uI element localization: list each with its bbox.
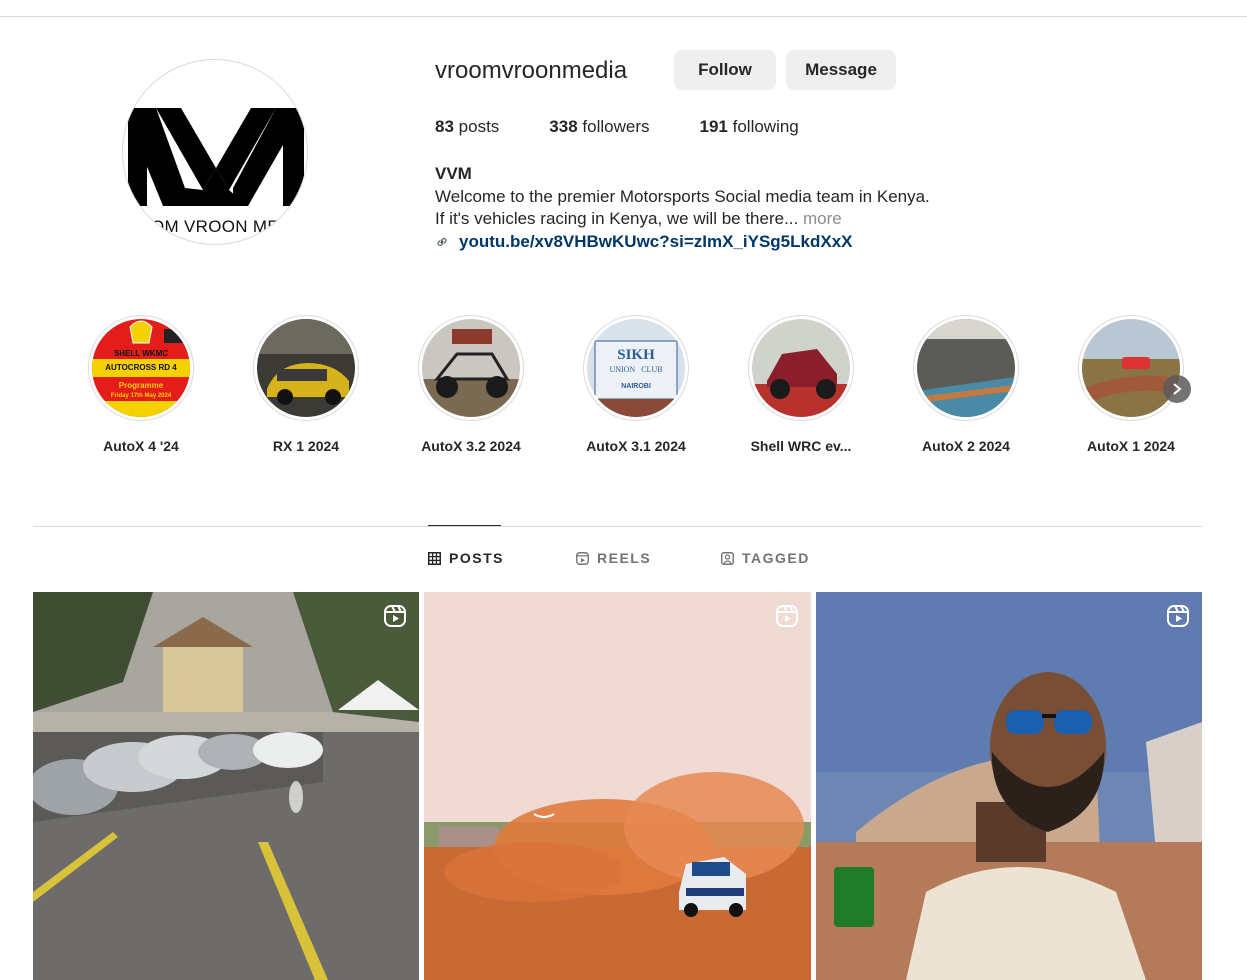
highlight-rx1-2024[interactable]: RX 1 2024 (231, 315, 381, 454)
parking-lot-image (33, 592, 419, 980)
cover-text-1: SIKH (617, 347, 655, 363)
active-tab-indicator (428, 525, 501, 526)
cover-text-2: UNION CLUB (587, 365, 685, 374)
highlight-cover (917, 319, 1015, 417)
cover-text-4: Friday 17th May 2024 (110, 393, 172, 399)
highlight-ring (913, 315, 1019, 421)
profile-avatar[interactable]: OM VROON ME (122, 59, 308, 245)
highlight-shell-wrc[interactable]: Shell WRC ev... (726, 315, 876, 454)
red-buggy-cover-image (752, 319, 850, 417)
bio-line-2-text: If it's vehicles racing in Kenya, we wil… (435, 209, 799, 228)
cover-text-union: UNION (609, 365, 636, 374)
grid-icon (428, 551, 441, 565)
cover-text-1: SHELL WKMC (113, 349, 169, 358)
highlight-ring (748, 315, 854, 421)
highlight-cover (752, 319, 850, 417)
avatar-logo-text: OM VROON ME (151, 217, 279, 236)
highlight-label: AutoX 4 '24 (103, 438, 179, 454)
bio-line-1: Welcome to the premier Motorsports Socia… (435, 187, 930, 206)
highlight-label: Shell WRC ev... (750, 438, 852, 454)
highlight-cover (257, 319, 355, 417)
tab-tagged-label: TAGGED (742, 550, 810, 566)
post-thumbnail-3[interactable] (816, 592, 1202, 980)
tagged-icon (721, 551, 734, 565)
highlight-autox2-2024[interactable]: AutoX 2 2024 (891, 315, 1041, 454)
highlight-label: AutoX 1 2024 (1087, 438, 1175, 454)
tab-reels-label: REELS (597, 550, 652, 566)
rally-dust-image (424, 592, 811, 980)
link-icon (437, 237, 447, 247)
followers-label: followers (582, 117, 650, 136)
highlight-cover (422, 319, 520, 417)
yellow-car-cover-image (257, 319, 355, 417)
driver-portrait-image (816, 592, 1202, 980)
highlight-cover: SHELL WKMC AUTOCROSS RD 4 Programme Frid… (92, 319, 190, 417)
cover-text-2: AUTOCROSS RD 4 (105, 363, 177, 372)
tab-posts-label: POSTS (449, 550, 504, 566)
post-thumbnail-1[interactable] (33, 592, 419, 980)
profile-external-link[interactable]: youtu.be/xv8VHBwKUwc?si=zImX_iYSg5LkdXxX (435, 232, 852, 252)
buggy-cover-image (422, 319, 520, 417)
posts-count: 83 (435, 117, 454, 136)
message-button[interactable]: Message (786, 50, 896, 90)
red-rally-car-cover-image (1082, 319, 1180, 417)
highlight-autox4-24[interactable]: SHELL WKMC AUTOCROSS RD 4 Programme Frid… (66, 315, 216, 454)
highlight-ring: SHELL WKMC AUTOCROSS RD 4 Programme Frid… (88, 315, 194, 421)
highlight-label: AutoX 3.1 2024 (586, 438, 686, 454)
highlight-ring (253, 315, 359, 421)
highlights-next-button[interactable] (1163, 375, 1191, 403)
cover-text-4: NAIROBI (621, 383, 651, 390)
highlight-label: RX 1 2024 (272, 438, 340, 454)
following-count: 191 (699, 117, 728, 136)
tab-posts[interactable]: POSTS (428, 550, 504, 566)
follow-button[interactable]: Follow (674, 50, 776, 90)
posts-count-stat: 83 posts (435, 117, 499, 137)
following-label: following (732, 117, 799, 136)
highlight-ring: SIKH UNION CLUB NAIROBI (583, 315, 689, 421)
reels-icon (576, 551, 589, 565)
followers-count: 338 (549, 117, 578, 136)
highlight-autox32-2024[interactable]: AutoX 3.2 2024 (396, 315, 546, 454)
car-hood-cover-image (917, 319, 1015, 417)
reel-badge-icon (384, 605, 406, 627)
followers-stat[interactable]: 338 followers (549, 117, 649, 137)
posts-label: posts (458, 117, 500, 136)
cover-text-club: CLUB (641, 365, 663, 374)
highlight-cover (1082, 319, 1180, 417)
reel-badge-icon (776, 605, 798, 627)
tabs-divider (33, 526, 1202, 527)
tab-reels[interactable]: REELS (576, 550, 651, 566)
bio-line-2: If it's vehicles racing in Kenya, we wil… (435, 209, 842, 229)
cover-text-3: Programme (118, 381, 164, 390)
following-stat[interactable]: 191 following (700, 117, 799, 137)
highlight-ring (418, 315, 524, 421)
profile-username: vroomvroonmedia (435, 57, 628, 84)
highlight-ring (1078, 315, 1184, 421)
profile-full-name: VVM (435, 164, 472, 183)
highlight-label: AutoX 3.2 2024 (421, 438, 521, 454)
profile-link-text: youtu.be/xv8VHBwKUwc?si=zImX_iYSg5LkdXxX (459, 232, 853, 251)
tab-tagged[interactable]: TAGGED (721, 550, 810, 566)
chevron-right-icon (1173, 383, 1182, 395)
reel-badge-icon (1167, 605, 1189, 627)
highlight-cover: SIKH UNION CLUB NAIROBI (587, 319, 685, 417)
profile-stats: 83 posts 338 followers 191 following (435, 117, 849, 137)
highlight-autox31-2024[interactable]: SIKH UNION CLUB NAIROBI AutoX 3.1 2024 (561, 315, 711, 454)
more-link[interactable]: more (803, 209, 842, 228)
top-divider (0, 0, 1247, 17)
highlight-label: AutoX 2 2024 (922, 438, 1010, 454)
post-thumbnail-2[interactable] (424, 592, 811, 980)
